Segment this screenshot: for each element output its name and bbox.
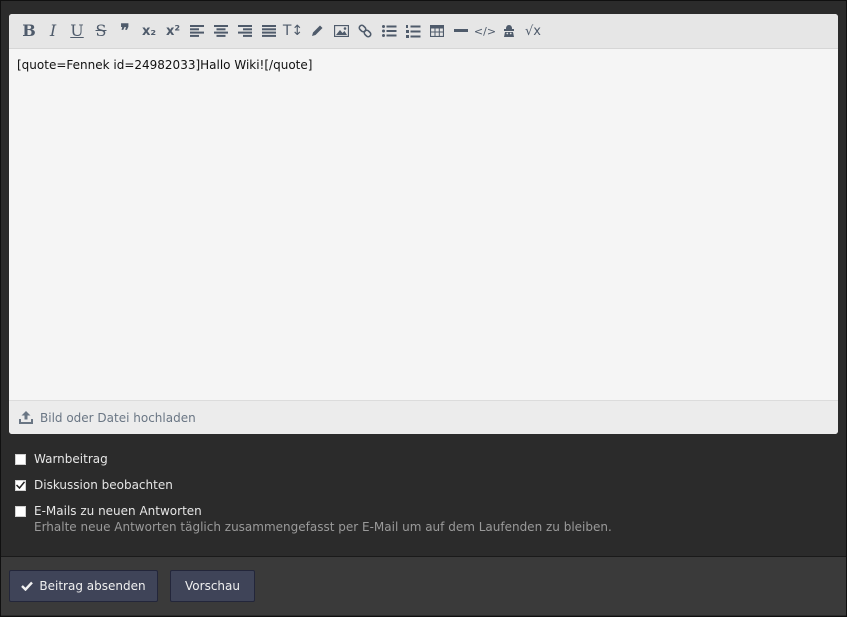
emails-hint: Erhalte neue Antworten täglich zusammeng… — [34, 520, 612, 534]
align-left-icon[interactable] — [185, 18, 209, 44]
align-right-icon[interactable] — [233, 18, 257, 44]
link-icon — [358, 24, 372, 38]
font-size-icon[interactable]: T↕ — [281, 18, 305, 44]
image-icon — [333, 25, 349, 37]
strikethrough-icon[interactable]: S — [89, 18, 113, 44]
emails-label: E-Mails zu neuen Antworten — [34, 504, 202, 518]
align-justify-icon[interactable] — [257, 18, 281, 44]
warnbeitrag-checkbox[interactable] — [15, 453, 26, 465]
numbered-list-icon[interactable] — [401, 18, 425, 44]
pencil-icon — [312, 25, 323, 36]
bullet-list-icon — [381, 25, 396, 37]
warnbeitrag-label: Warnbeitrag — [34, 452, 108, 466]
option-diskussion-beobachten[interactable]: Diskussion beobachten — [15, 477, 612, 493]
option-emails[interactable]: E-Mails zu neuen Antworten — [15, 503, 612, 519]
submit-button[interactable]: Beitrag absenden — [9, 570, 158, 602]
submit-label: Beitrag absenden — [39, 579, 146, 593]
quote-icon[interactable]: ❞ — [113, 18, 137, 44]
align-center-icon — [214, 25, 228, 37]
preview-label: Vorschau — [185, 579, 240, 593]
spoiler-icon[interactable] — [497, 18, 521, 44]
table-icon — [430, 25, 444, 37]
italic-icon[interactable]: I — [41, 18, 65, 44]
reply-form: B I U S ❞ x₂ x² T↕ </> √x [quote=Fennek … — [0, 0, 847, 617]
watch-checkbox[interactable] — [15, 479, 26, 491]
upload-button[interactable]: Bild oder Datei hochladen — [9, 400, 838, 434]
watch-label: Diskussion beobachten — [34, 478, 173, 492]
upload-label: Bild oder Datei hochladen — [40, 410, 196, 425]
numbered-list-icon — [405, 24, 420, 38]
align-center-icon[interactable] — [209, 18, 233, 44]
checkmark-icon — [16, 481, 25, 489]
option-warnbeitrag[interactable]: Warnbeitrag — [15, 451, 612, 467]
spoiler-icon — [504, 25, 514, 37]
link-icon[interactable] — [353, 18, 377, 44]
horizontal-rule-icon — [454, 29, 468, 32]
code-icon[interactable]: </> — [473, 18, 497, 44]
emails-checkbox[interactable] — [15, 505, 26, 517]
superscript-icon[interactable]: x² — [161, 18, 185, 44]
upload-icon — [19, 411, 33, 424]
form-footer: Beitrag absenden Vorschau — [1, 556, 846, 615]
post-options: Warnbeitrag Diskussion beobachten E-Mail… — [15, 451, 612, 534]
check-icon — [21, 581, 34, 591]
table-icon[interactable] — [425, 18, 449, 44]
subscript-icon[interactable]: x₂ — [137, 18, 161, 44]
editor-toolbar: B I U S ❞ x₂ x² T↕ </> √x — [9, 14, 838, 49]
bullet-list-icon[interactable] — [377, 18, 401, 44]
underline-icon[interactable]: U — [65, 18, 89, 44]
pencil-icon[interactable] — [305, 18, 329, 44]
image-icon[interactable] — [329, 18, 353, 44]
align-justify-icon — [262, 25, 276, 37]
math-icon[interactable]: √x — [521, 18, 545, 44]
bold-icon[interactable]: B — [17, 18, 41, 44]
editor-text-area[interactable]: [quote=Fennek id=24982033]Hallo Wiki![/q… — [9, 50, 838, 400]
horizontal-rule-icon[interactable] — [449, 18, 473, 44]
rich-text-editor: B I U S ❞ x₂ x² T↕ </> √x [quote=Fennek … — [9, 14, 838, 434]
align-right-icon — [238, 25, 252, 37]
preview-button[interactable]: Vorschau — [170, 570, 255, 602]
align-left-icon — [190, 25, 204, 37]
